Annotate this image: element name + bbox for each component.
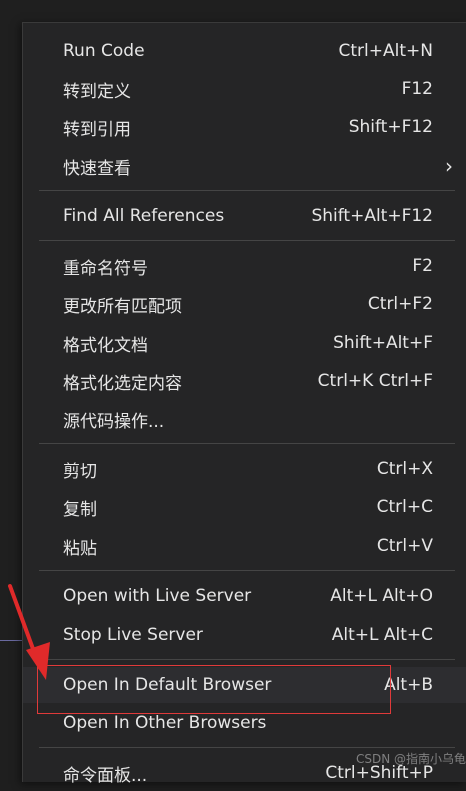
menu-item-peek[interactable]: 快速查看 ›: [23, 148, 466, 184]
menu-item-run-code[interactable]: Run Code Ctrl+Alt+N: [23, 33, 466, 69]
menu-separator: [39, 659, 455, 660]
menu-item-label: Open In Other Browsers: [63, 713, 267, 733]
menu-item-paste[interactable]: 粘贴 Ctrl+V: [23, 528, 466, 564]
menu-item-shortcut: Ctrl+F2: [367, 294, 433, 314]
watermark: CSDN @指南小乌龟: [356, 752, 466, 766]
menu-item-shortcut: Ctrl+K Ctrl+F: [317, 371, 433, 391]
menu-item-shortcut: Alt+B: [384, 675, 433, 695]
menu-item-shortcut: Shift+Alt+F12: [311, 206, 433, 226]
menu-item-label: 源代码操作...: [63, 411, 165, 432]
menu-item-go-to-references[interactable]: 转到引用 Shift+F12: [23, 109, 466, 145]
chevron-right-icon: ›: [445, 154, 453, 178]
menu-item-copy[interactable]: 复制 Ctrl+C: [23, 489, 466, 525]
menu-item-find-all-references[interactable]: Find All References Shift+Alt+F12: [23, 198, 466, 234]
menu-item-shortcut: F2: [412, 256, 433, 276]
menu-item-rename-symbol[interactable]: 重命名符号 F2: [23, 248, 466, 284]
menu-item-shortcut: Alt+L Alt+C: [331, 625, 433, 645]
menu-item-label: 转到定义: [63, 81, 131, 102]
menu-separator: [39, 443, 455, 444]
menu-item-shortcut: Ctrl+X: [376, 459, 433, 479]
menu-item-label: 格式化选定内容: [63, 373, 182, 394]
menu-item-label: 粘贴: [63, 538, 97, 559]
menu-item-label: 命令面板...: [63, 765, 148, 786]
menu-separator: [39, 747, 455, 748]
menu-item-shortcut: Ctrl+Alt+N: [338, 41, 433, 61]
menu-item-shortcut: Shift+Alt+F: [333, 333, 433, 353]
menu-item-shortcut: F12: [401, 79, 433, 99]
menu-separator: [39, 240, 455, 241]
menu-separator: [39, 570, 455, 571]
annotation-arrow-icon: [8, 584, 50, 680]
menu-item-label: 复制: [63, 499, 97, 520]
menu-item-format-selection[interactable]: 格式化选定内容 Ctrl+K Ctrl+F: [23, 363, 466, 399]
menu-item-shortcut: Shift+F12: [348, 117, 433, 137]
menu-item-shortcut: Ctrl+V: [376, 536, 433, 556]
menu-item-stop-live-server[interactable]: Stop Live Server Alt+L Alt+C: [23, 617, 466, 653]
menu-item-format-document[interactable]: 格式化文档 Shift+Alt+F: [23, 325, 466, 361]
annotation-highlight-box: [37, 665, 391, 714]
menu-item-label: Open with Live Server: [63, 586, 252, 606]
menu-item-label: 剪切: [63, 461, 97, 482]
menu-item-label: 快速查看: [63, 158, 131, 179]
menu-item-label: 转到引用: [63, 119, 131, 140]
menu-item-label: Run Code: [63, 41, 145, 61]
menu-item-label: 重命名符号: [63, 258, 148, 279]
menu-item-label: Stop Live Server: [63, 625, 203, 645]
menu-item-cut[interactable]: 剪切 Ctrl+X: [23, 451, 466, 487]
menu-item-change-all-occurrences[interactable]: 更改所有匹配项 Ctrl+F2: [23, 286, 466, 322]
menu-separator: [39, 190, 455, 191]
menu-item-open-with-live-server[interactable]: Open with Live Server Alt+L Alt+O: [23, 578, 466, 614]
menu-item-shortcut: Alt+L Alt+O: [330, 586, 433, 606]
menu-item-label: Find All References: [63, 206, 225, 226]
menu-item-label: 格式化文档: [63, 335, 148, 356]
menu-item-shortcut: Ctrl+C: [376, 497, 433, 517]
menu-item-source-action[interactable]: 源代码操作...: [23, 401, 466, 437]
menu-item-go-to-definition[interactable]: 转到定义 F12: [23, 71, 466, 107]
menu-item-label: 更改所有匹配项: [63, 296, 182, 317]
